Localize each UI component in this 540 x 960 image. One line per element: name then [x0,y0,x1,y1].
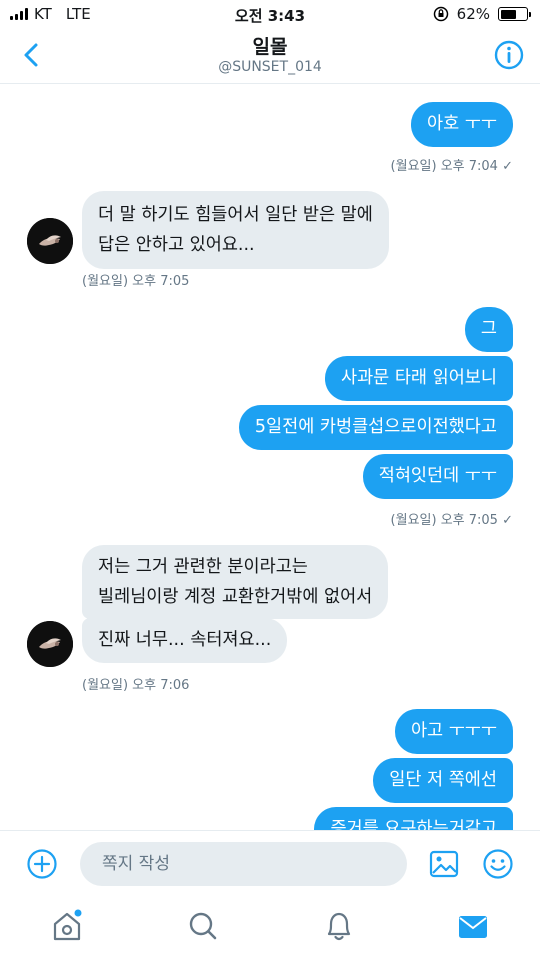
status-right: 62% [433,5,531,23]
message-bubble-received[interactable]: 진짜 너무... 속터져요... [82,618,288,663]
tab-search[interactable] [186,908,220,944]
message-bubble-sent[interactable]: 5일전에 카벙클섭으로이전했다고 [238,405,513,450]
bell-icon [327,912,351,941]
media-button[interactable] [428,848,460,880]
message-timestamp: (월요일) 오후 7:05 ✓ [390,513,513,528]
battery-percent: 62% [456,5,490,23]
search-icon [189,912,217,940]
avatar[interactable] [27,218,73,264]
message-input[interactable] [80,842,407,886]
read-check-icon: ✓ [502,159,513,174]
home-icon [53,909,82,941]
message-line: 빌레님이랑 계정 교환한거밖에 없어서 [98,587,373,607]
battery-icon [498,7,531,21]
message-bubble-sent[interactable]: 사과문 타래 읽어보니 [324,356,513,401]
tab-messages[interactable] [456,908,490,944]
avatar[interactable] [27,621,73,667]
page-title: 일몰 [252,36,288,58]
message-line: 더 말 하기도 힘들어서 일단 받은 말에 [98,205,373,225]
message-bubble-received[interactable]: 더 말 하기도 힘들어서 일단 받은 말에 답은 안하고 있어요... [82,191,389,269]
read-check-icon: ✓ [502,513,513,528]
message-bubble-sent[interactable]: 증거를 요구하는거같고 [314,807,513,830]
message-timestamp: (월요일) 오후 7:06 [82,678,190,693]
message-bubble-sent[interactable]: 아고 ㅜㅜㅜ [394,709,513,754]
info-button[interactable] [492,38,526,72]
message-line: 답은 안하고 있어요... [98,235,255,255]
conversation-header: 일몰 @SUNSET_014 [0,28,540,84]
emoji-button[interactable] [482,848,514,880]
emoji-icon [483,849,513,879]
message-bubble-sent[interactable]: 적혀잇던데 ㅜㅜ [362,454,513,499]
info-circle-icon [494,40,524,70]
mail-icon [459,916,487,938]
composer [0,830,540,896]
tab-home[interactable] [50,908,84,944]
plus-circle-icon [27,849,57,879]
message-bubble-sent[interactable]: 그 [464,307,513,352]
message-bubble-sent[interactable]: 일단 저 쪽에선 [373,758,513,803]
user-handle: @SUNSET_014 [218,59,322,75]
message-list[interactable]: 아호 ㅜㅜ (월요일) 오후 7:04 ✓ 더 말 하기도 힘들어서 일단 받은… [0,85,540,830]
message-line: 저는 그거 관련한 분이라고는 [98,557,308,577]
image-icon [429,850,459,878]
add-button[interactable] [26,848,58,880]
message-timestamp: (월요일) 오후 7:05 [82,274,190,289]
rotation-lock-icon [433,6,448,22]
status-bar: KT LTE 오전 3:43 62% [0,0,540,28]
message-bubble-sent[interactable]: 아호 ㅜㅜ [411,102,513,147]
message-bubble-received[interactable]: 저는 그거 관련한 분이라고는 빌레님이랑 계정 교환한거밖에 없어서 [82,545,389,619]
message-timestamp: (월요일) 오후 7:04 ✓ [390,159,513,174]
tab-notifications[interactable] [322,908,356,944]
battery-fill [500,9,516,19]
tab-bar [0,896,540,960]
